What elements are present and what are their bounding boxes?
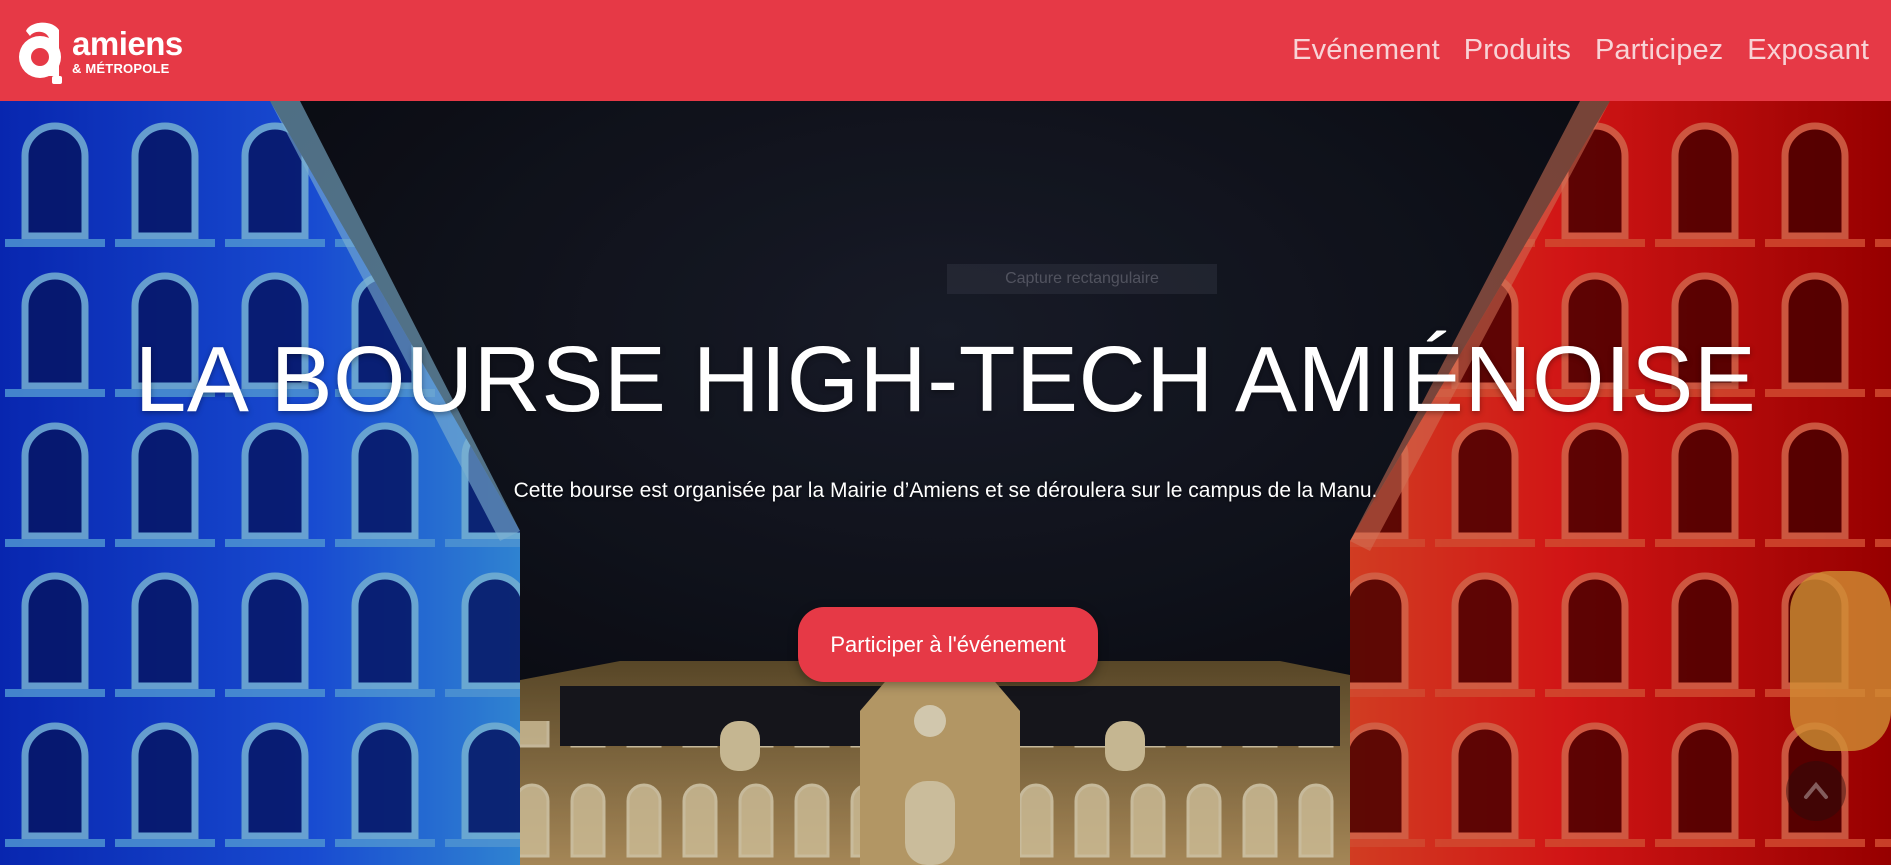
- logo-subtitle: & MÉTROPOLE: [72, 60, 170, 76]
- main-nav: Evénement Produits Participez Exposant: [1292, 34, 1869, 67]
- nav-item-evenement[interactable]: Evénement: [1292, 34, 1440, 67]
- nav-item-exposant[interactable]: Exposant: [1747, 34, 1869, 67]
- page: amiens & MÉTROPOLE Evénement Produits Pa…: [0, 0, 1891, 865]
- site-logo[interactable]: amiens & MÉTROPOLE: [16, 16, 183, 86]
- hero-subtitle: Cette bourse est organisée par la Mairie…: [513, 479, 1378, 502]
- hero-section: Capture rectangulaire LA BOURSE HIGH-TEC…: [0, 101, 1891, 865]
- logo-text: amiens & MÉTROPOLE: [72, 27, 183, 75]
- site-header: amiens & MÉTROPOLE Evénement Produits Pa…: [0, 0, 1891, 101]
- hero-title: LA BOURSE HIGH-TECH AMIÉNOISE: [134, 327, 1757, 431]
- amiens-logo-icon: [16, 18, 68, 84]
- ghost-tooltip: Capture rectangulaire: [947, 264, 1217, 294]
- logo-wordmark: amiens: [72, 24, 183, 62]
- nav-item-participez[interactable]: Participez: [1595, 34, 1723, 67]
- participate-button[interactable]: Participer à l'événement: [798, 607, 1098, 682]
- scroll-to-top-icon[interactable]: [1786, 761, 1846, 821]
- nav-item-produits[interactable]: Produits: [1464, 34, 1571, 67]
